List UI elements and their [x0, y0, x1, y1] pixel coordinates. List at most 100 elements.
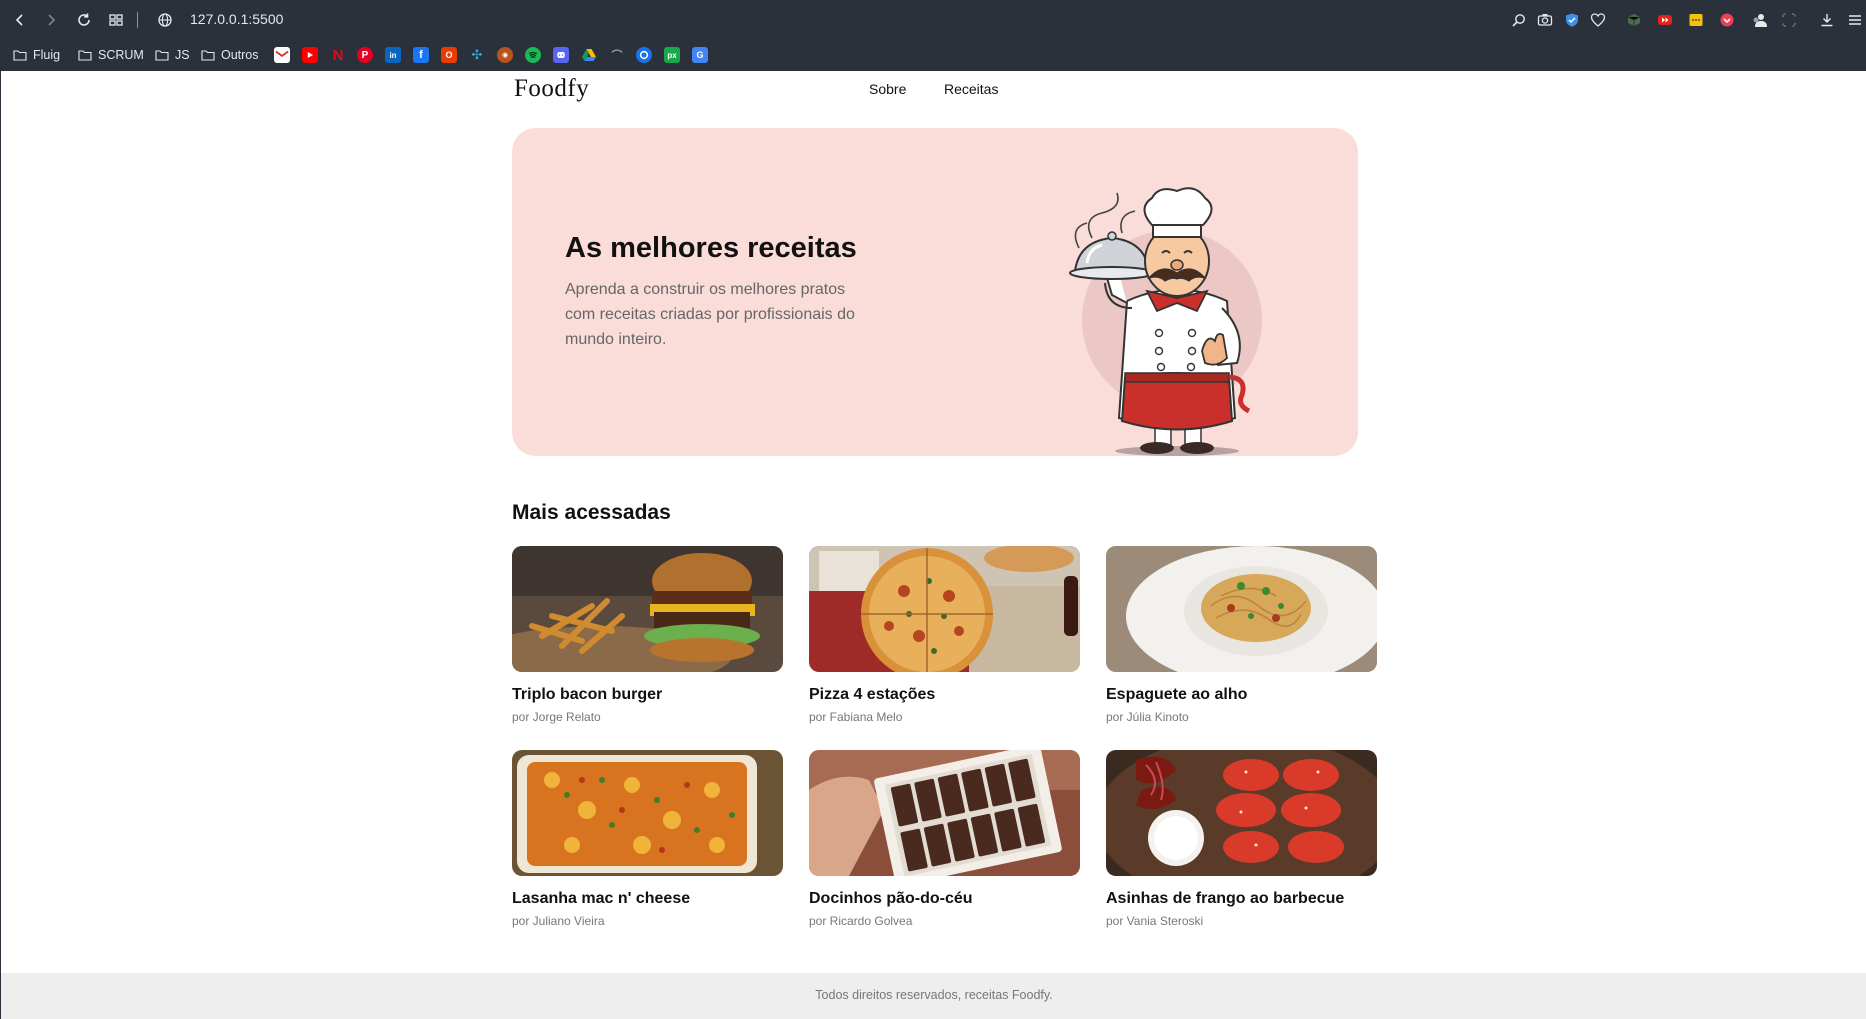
- folder-icon: [78, 50, 92, 61]
- forward-arrow-icon: [48, 14, 56, 26]
- camera-icon: [1537, 14, 1553, 26]
- translate-icon[interactable]: G: [692, 47, 708, 63]
- bookmark-label: Outros: [221, 48, 259, 62]
- notes-extension-button[interactable]: [1686, 10, 1706, 30]
- bookmarks-bar: Fluig SCRUM JS Outros N P in f O ✣ ◉ ⌒ p…: [0, 39, 1866, 71]
- recipe-card-espaguete[interactable]: Espaguete ao alho por Júlia Kinoto: [1106, 546, 1377, 724]
- video-extension-button[interactable]: [1655, 10, 1675, 30]
- address-bar[interactable]: 127.0.0.1:5500: [190, 11, 283, 27]
- fullscreen-button[interactable]: [1779, 10, 1799, 30]
- recipe-author: por Vania Steroski: [1106, 914, 1204, 928]
- browser-chrome: 127.0.0.1:5500 Fluig SCRUM JS Outros N P…: [0, 0, 1866, 71]
- nav-link-sobre[interactable]: Sobre: [869, 81, 906, 97]
- bookmark-folder-js[interactable]: JS: [155, 44, 190, 66]
- toolbar-separator: [137, 12, 138, 28]
- discord-icon[interactable]: [553, 47, 569, 63]
- recipe-card-asinhas[interactable]: Asinhas de frango ao barbecue por Vania …: [1106, 750, 1377, 928]
- drive-icon[interactable]: [581, 47, 597, 63]
- bookmark-label: Fluig: [33, 48, 61, 62]
- recipe-author: por Ricardo Golvea: [809, 914, 913, 928]
- recipe-card-pizza[interactable]: Pizza 4 estações por Fabiana Melo: [809, 546, 1080, 724]
- recipe-image-burger: [512, 546, 783, 672]
- forward-button[interactable]: [39, 8, 63, 32]
- recipe-title: Pizza 4 estações: [809, 686, 936, 703]
- section-title: Mais acessadas: [512, 501, 671, 524]
- hamburger-menu-icon: [1849, 15, 1861, 25]
- bookmark-folder-outros[interactable]: Outros: [201, 44, 259, 66]
- expand-icon: [1782, 13, 1796, 27]
- folder-icon: [13, 50, 27, 61]
- pix-icon[interactable]: px: [664, 47, 680, 63]
- google-icon[interactable]: [636, 47, 652, 63]
- magnifier-icon: [1512, 14, 1525, 27]
- reload-icon: [78, 13, 90, 26]
- hero-banner: As melhores receitas Aprenda a construir…: [512, 128, 1358, 456]
- site-info-button[interactable]: [153, 8, 177, 32]
- webpage: Foodfy Sobre Receitas As melhores receit…: [0, 71, 1866, 1019]
- folder-icon: [155, 50, 169, 61]
- shield-icon: [1566, 13, 1578, 27]
- recipe-title: Lasanha mac n' cheese: [512, 890, 691, 907]
- folder-icon: [201, 50, 215, 61]
- profile-extension-button[interactable]: [1750, 10, 1770, 30]
- person-icon: [1753, 14, 1767, 27]
- site-footer: Todos direitos reservados, receitas Food…: [1, 973, 1866, 1019]
- download-icon: [1821, 14, 1833, 27]
- sticky-note-icon: [1689, 14, 1703, 26]
- youtube-icon[interactable]: [302, 47, 318, 63]
- recipe-author: por Fabiana Melo: [809, 710, 903, 724]
- recipe-card-docinhos[interactable]: Docinhos pão-do-céu por Ricardo Golvea: [809, 750, 1080, 928]
- back-arrow-icon: [15, 14, 23, 26]
- cube-icon: [1627, 14, 1641, 26]
- spotify-icon[interactable]: [525, 47, 541, 63]
- grid-icon: [109, 14, 123, 26]
- bookmark-icon[interactable]: ⌒: [609, 47, 625, 63]
- pocket-extension-button[interactable]: [1717, 10, 1737, 30]
- pocket-icon: [1720, 13, 1734, 27]
- hero-description: Aprenda a construir os melhores pratos c…: [565, 281, 855, 348]
- site-icon[interactable]: ◉: [497, 47, 513, 63]
- recipe-author: por Jorge Relato: [512, 710, 601, 724]
- menu-button[interactable]: [1845, 10, 1865, 30]
- footer-text: Todos direitos reservados, receitas Food…: [815, 988, 1053, 1002]
- netflix-icon[interactable]: N: [330, 47, 346, 64]
- linkedin-icon[interactable]: in: [385, 47, 401, 63]
- recipe-image-asinhas: [1106, 750, 1377, 876]
- recipe-title: Espaguete ao alho: [1106, 686, 1248, 703]
- chef-illustration: [1069, 187, 1262, 456]
- trello-icon[interactable]: ✣: [469, 47, 485, 63]
- favorites-button[interactable]: [1588, 10, 1608, 30]
- recipe-card-lasanha[interactable]: Lasanha mac n' cheese por Juliano Vieira: [512, 750, 783, 928]
- recipe-title: Triplo bacon burger: [512, 686, 663, 703]
- reload-button[interactable]: [72, 8, 96, 32]
- bookmark-label: JS: [175, 48, 190, 62]
- globe-icon: [158, 13, 172, 27]
- recipe-author: por Juliano Vieira: [512, 914, 605, 928]
- recipe-image-lasanha: [512, 750, 783, 876]
- browser-toolbar: 127.0.0.1:5500: [0, 0, 1866, 39]
- fast-forward-icon: [1658, 15, 1672, 25]
- recipe-card-burger[interactable]: Triplo bacon burger por Jorge Relato: [512, 546, 783, 724]
- office-icon[interactable]: O: [441, 47, 457, 63]
- pinterest-icon[interactable]: P: [357, 47, 373, 63]
- bookmark-folder-scrum[interactable]: SCRUM: [78, 44, 144, 66]
- bookmark-folder-fluig[interactable]: Fluig: [13, 44, 60, 66]
- hero-title: As melhores receitas: [565, 232, 857, 264]
- cube-extension-button[interactable]: [1624, 10, 1644, 30]
- recipe-title: Docinhos pão-do-céu: [809, 890, 973, 907]
- zoom-search-button[interactable]: [1509, 10, 1529, 30]
- bookmark-label: SCRUM: [98, 48, 144, 62]
- facebook-icon[interactable]: f: [413, 47, 429, 63]
- heart-icon: [1590, 13, 1606, 27]
- recipe-image-docinhos: [809, 750, 1080, 876]
- downloads-button[interactable]: [1817, 10, 1837, 30]
- recipe-image-espaguete: [1106, 546, 1377, 672]
- tabs-grid-button[interactable]: [104, 8, 128, 32]
- back-button[interactable]: [8, 8, 32, 32]
- recipe-title: Asinhas de frango ao barbecue: [1106, 890, 1345, 907]
- shield-extension-button[interactable]: [1562, 10, 1582, 30]
- site-logo[interactable]: Foodfy: [514, 75, 589, 103]
- screenshot-button[interactable]: [1535, 10, 1555, 30]
- nav-link-receitas[interactable]: Receitas: [944, 81, 998, 97]
- gmail-icon[interactable]: [274, 47, 290, 63]
